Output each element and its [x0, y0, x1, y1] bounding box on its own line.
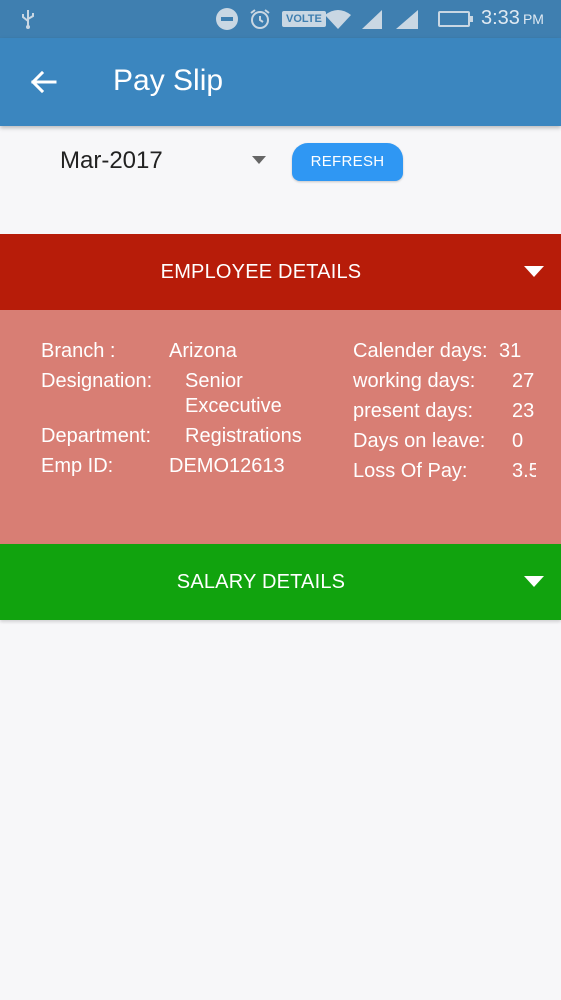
employee-details-header[interactable]: EMPLOYEE DETAILS [0, 234, 561, 310]
employee-details-panel: Branch : Arizona Designation: Senior Exc… [0, 310, 561, 544]
alarm-icon [250, 9, 270, 29]
present-days-label: present days: [353, 400, 474, 422]
signal-icon [362, 10, 382, 29]
page-title: Pay Slip [113, 64, 224, 97]
clock-ampm: PM [522, 11, 544, 27]
month-value: Mar-2017 [60, 147, 163, 174]
expand-icon[interactable] [524, 266, 544, 277]
refresh-button[interactable]: REFRESH [292, 143, 403, 181]
designation-value-line1: Senior [185, 370, 243, 392]
calender-days-label: Calender days: [353, 340, 488, 362]
wifi-icon [325, 10, 351, 29]
clock-time: 3:33 [481, 7, 520, 29]
do-not-disturb-icon [216, 8, 238, 30]
emp-id-value: DEMO12613 [169, 455, 285, 477]
calender-days-value: 31 [499, 340, 522, 362]
designation-value-line2: Excecutive [185, 395, 282, 417]
loss-of-pay-label: Loss Of Pay: [353, 460, 468, 482]
department-label: Department: [41, 425, 152, 447]
salary-details-header[interactable]: SALARY DETAILS [0, 544, 561, 620]
expand-icon[interactable] [524, 576, 544, 587]
department-value: Registrations [185, 425, 302, 447]
battery-charging-icon [438, 11, 473, 27]
working-days-label: working days: [353, 370, 476, 392]
designation-label: Designation: [41, 370, 153, 392]
present-days-value: 23 [512, 400, 535, 422]
status-bar: VOLTE 3:33 PM [0, 0, 561, 38]
app-bar: Pay Slip [0, 38, 561, 126]
loss-of-pay-value: 3.5 [512, 460, 536, 482]
volte-badge: VOLTE [282, 11, 326, 27]
dropdown-arrow-icon [252, 156, 266, 164]
days-on-leave-value: 0 [512, 430, 524, 452]
working-days-value: 27 [512, 370, 535, 392]
usb-icon [22, 10, 34, 29]
month-select[interactable]: Mar-2017 [42, 138, 280, 184]
clock: 3:33 PM [481, 7, 544, 29]
employee-details-title: EMPLOYEE DETAILS [160, 261, 362, 283]
signal-icon [396, 10, 418, 29]
salary-details-title: SALARY DETAILS [176, 571, 346, 593]
back-arrow-icon [30, 70, 57, 94]
branch-label: Branch : [41, 340, 116, 362]
days-on-leave-label: Days on leave: [353, 430, 486, 452]
emp-id-label: Emp ID: [41, 455, 114, 477]
branch-value: Arizona [169, 340, 237, 362]
back-button[interactable] [22, 60, 66, 104]
